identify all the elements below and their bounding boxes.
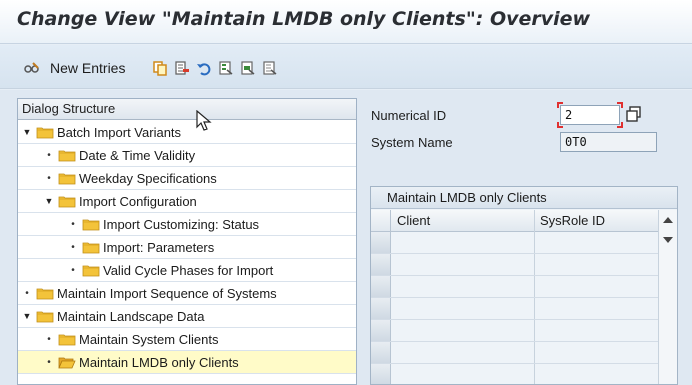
scroll-up-icon[interactable]: [663, 217, 673, 223]
copy-as-button[interactable]: [152, 57, 168, 79]
folder-icon: [82, 241, 100, 254]
tree-item-label: Maintain Import Sequence of Systems: [57, 285, 277, 301]
tree-item-label: Date & Time Validity: [79, 147, 196, 163]
select-all-icon: [218, 60, 234, 76]
value-help-icon: [626, 106, 641, 122]
tree-item-label: Valid Cycle Phases for Import: [103, 262, 274, 278]
focus-bracket: [617, 122, 623, 128]
folder-icon: [58, 195, 76, 208]
select-block-button[interactable]: [240, 57, 256, 79]
table-row[interactable]: [371, 364, 658, 384]
numerical-id-label: Numerical ID: [371, 108, 447, 123]
folder-icon: [36, 287, 54, 300]
select-block-icon: [240, 60, 256, 76]
dialog-structure-panel: Dialog Structure ▼ Batch Import Variants •…: [17, 98, 357, 385]
deselect-all-button[interactable]: [262, 57, 278, 79]
tree-item-label: Weekday Specifications: [79, 170, 217, 186]
focus-bracket: [557, 102, 563, 108]
bullet-icon: •: [47, 172, 51, 184]
bullet-icon: •: [47, 356, 51, 368]
column-header-client[interactable]: Client: [397, 210, 430, 232]
deselect-all-icon: [262, 60, 278, 76]
select-all-rows-cell[interactable]: [371, 210, 391, 232]
expand-toggle-icon[interactable]: ▼: [44, 196, 54, 206]
tree-item[interactable]: • Maintain System Clients: [18, 328, 356, 351]
folder-icon: [82, 264, 100, 277]
bullet-icon: •: [71, 241, 75, 253]
tree-item[interactable]: • Maintain Import Sequence of Systems: [18, 282, 356, 305]
bullet-icon: •: [47, 149, 51, 161]
value-help-button[interactable]: [626, 106, 642, 122]
bullet-icon: •: [71, 218, 75, 230]
title-bar: Change View "Maintain LMDB only Clients"…: [0, 0, 692, 44]
delete-button[interactable]: [174, 57, 190, 79]
row-selector[interactable]: [371, 320, 391, 341]
row-selector[interactable]: [371, 298, 391, 319]
focus-bracket: [557, 122, 563, 128]
focus-bracket: [617, 102, 623, 108]
folder-icon: [82, 218, 100, 231]
expand-toggle-icon[interactable]: ▼: [22, 311, 32, 321]
tree-item-label: Maintain Landscape Data: [57, 308, 205, 324]
tree-item[interactable]: • Import Customizing: Status: [18, 213, 356, 236]
row-selector[interactable]: [371, 276, 391, 297]
table-row[interactable]: [371, 320, 658, 342]
folder-icon: [58, 172, 76, 185]
page-title: Change View "Maintain LMDB only Clients"…: [17, 8, 591, 30]
clients-table: Maintain LMDB only Clients Client SysRol…: [370, 186, 678, 385]
bullet-icon: •: [47, 333, 51, 345]
system-name-label: System Name: [371, 135, 453, 150]
tree-item[interactable]: • Maintain LMDB only Clients: [18, 351, 356, 374]
open-folder-icon: [58, 356, 76, 369]
display-change-button[interactable]: [24, 57, 40, 79]
application-toolbar: New Entries: [0, 45, 692, 89]
glasses-icon: [24, 60, 40, 76]
expand-toggle-icon[interactable]: ▼: [22, 127, 32, 137]
folder-icon: [36, 126, 54, 139]
undo-icon: [196, 60, 212, 76]
undo-change-button[interactable]: [196, 57, 212, 79]
row-selector[interactable]: [371, 364, 391, 384]
folder-icon: [58, 333, 76, 346]
numerical-id-field[interactable]: 2: [560, 105, 620, 125]
tree-item-label: Import Customizing: Status: [103, 216, 260, 232]
tree-item-label: Maintain System Clients: [79, 331, 219, 347]
copy-icon: [152, 60, 168, 76]
table-row[interactable]: [371, 232, 658, 254]
main-area: Dialog Structure ▼ Batch Import Variants •…: [0, 90, 692, 385]
row-selector[interactable]: [371, 232, 391, 253]
table-row[interactable]: [371, 298, 658, 320]
table-row[interactable]: [371, 276, 658, 298]
bullet-icon: •: [71, 264, 75, 276]
tree-item[interactable]: • Weekday Specifications: [18, 167, 356, 190]
tree-item[interactable]: • Import: Parameters: [18, 236, 356, 259]
delete-icon: [174, 60, 190, 76]
column-header-sysrole-id[interactable]: SysRole ID: [540, 210, 605, 232]
tree-item-label: Import Configuration: [79, 193, 197, 209]
select-all-button[interactable]: [218, 57, 234, 79]
scroll-down-icon[interactable]: [663, 237, 673, 243]
tree-item[interactable]: ▼ Import Configuration: [18, 190, 356, 213]
tree-item-label: Batch Import Variants: [57, 124, 182, 140]
row-selector[interactable]: [371, 342, 391, 363]
table-title: Maintain LMDB only Clients: [371, 187, 677, 209]
system-name-field: 0T0: [560, 132, 657, 152]
tree-item[interactable]: ▼ Batch Import Variants: [18, 121, 356, 144]
bullet-icon: •: [25, 287, 29, 299]
row-selector[interactable]: [371, 254, 391, 275]
table-header: Client SysRole ID: [371, 210, 677, 232]
table-row[interactable]: [371, 342, 658, 364]
table-row[interactable]: [371, 254, 658, 276]
tree-item-label: Import: Parameters: [103, 239, 215, 255]
tree-item[interactable]: • Valid Cycle Phases for Import: [18, 259, 356, 282]
dialog-structure-header: Dialog Structure: [18, 99, 356, 120]
folder-icon: [58, 149, 76, 162]
tree-item[interactable]: ▼ Maintain Landscape Data: [18, 305, 356, 328]
folder-icon: [36, 310, 54, 323]
new-entries-label: New Entries: [50, 60, 126, 76]
new-entries-button[interactable]: New Entries: [44, 57, 125, 79]
tree-item[interactable]: • Date & Time Validity: [18, 144, 356, 167]
table-scrollbar[interactable]: [658, 210, 677, 384]
tree-item-label: Maintain LMDB only Clients: [79, 354, 239, 370]
